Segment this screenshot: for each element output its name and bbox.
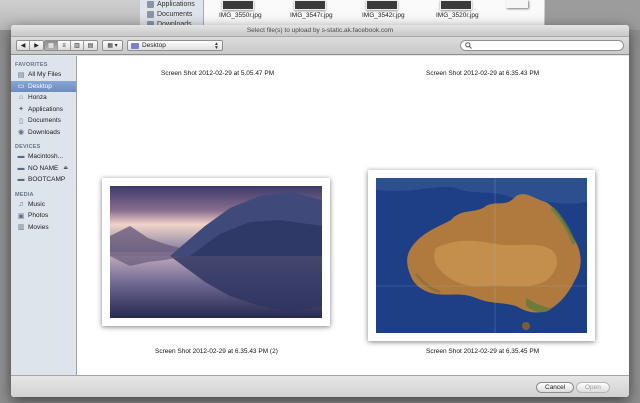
file-upload-dialog: Select file(s) to upload by s-static.ak.… <box>11 25 629 397</box>
cancel-button[interactable]: Cancel <box>536 382 575 393</box>
downloads-icon: ◉ <box>17 129 25 137</box>
sidebar-heading-devices: DEVICES <box>15 144 41 150</box>
coverflow-view-icon: ▤ <box>87 43 94 49</box>
sidebar-item-home[interactable]: ⌂ Honza <box>11 92 76 104</box>
documents-icon: ▯ <box>19 117 23 125</box>
list-view-icon: ≡ <box>62 42 66 49</box>
applications-icon <box>147 1 154 8</box>
sidebar-heading-media: MEDIA <box>15 191 34 198</box>
popup-arrows-icon: ▲ ▼ <box>214 41 219 51</box>
location-label: Desktop <box>142 42 166 49</box>
movies-icon: ▥ <box>17 224 25 232</box>
sidebar-item-applications[interactable]: ✦ Applications <box>11 104 76 116</box>
arrange-button[interactable]: ▦ ▾ <box>102 40 123 51</box>
sidebar-item-documents[interactable]: ▯ Documents <box>11 115 76 127</box>
background-thumbnail <box>366 0 398 10</box>
sidebar-item-no-name[interactable]: ▬ NO NAME ⏏ <box>11 163 76 175</box>
desktop-folder-icon <box>131 42 139 49</box>
sidebar-item-desktop[interactable]: ▭ Desktop <box>11 80 76 92</box>
file-label[interactable]: Screen Shot 2012-02-29 at 6.35.43 PM (2) <box>155 348 278 355</box>
background-sidebar-item: Documents <box>147 11 192 18</box>
australia-satellite-graphic <box>376 178 587 333</box>
dialog-title: Select file(s) to upload by s-static.ak.… <box>11 25 629 37</box>
sidebar-item-movies[interactable]: ▥ Movies <box>11 222 76 234</box>
hard-drive-icon: ▬ <box>17 176 25 184</box>
sidebar: FAVORITES ▤ All My Files ▭ Desktop ⌂ Honza … <box>11 56 77 375</box>
location-popup[interactable]: Desktop ▲ ▼ <box>127 40 223 51</box>
arrange-icon: ▦ ▾ <box>107 43 118 49</box>
icon-view-button[interactable]: ▦ <box>45 41 58 50</box>
open-button[interactable]: Open <box>576 382 610 393</box>
photos-icon: ▣ <box>17 212 25 220</box>
coverflow-view-button[interactable]: ▤ <box>84 41 97 50</box>
background-thumbnail <box>440 0 472 10</box>
search-field[interactable] <box>460 40 624 51</box>
back-arrow-icon: ◀ <box>20 43 26 49</box>
sidebar-heading-favorites: FAVORITES <box>15 62 48 68</box>
documents-icon <box>147 11 154 18</box>
sidebar-item-macintosh-hd[interactable]: ▬ Macintosh... <box>11 151 76 163</box>
file-label[interactable]: Screen Shot 2012-02-29 at 5.05.47 PM <box>161 70 274 77</box>
desktop-icon: ▭ <box>17 83 25 91</box>
file-label[interactable]: Screen Shot 2012-02-29 at 6.35.45 PM <box>426 348 539 355</box>
back-button[interactable]: ◀ <box>17 41 30 50</box>
all-my-files-icon: ▤ <box>17 71 25 79</box>
column-view-icon: ▥ <box>74 43 80 49</box>
dialog-body: FAVORITES ▤ All My Files ▭ Desktop ⌂ Honza … <box>11 56 629 375</box>
sidebar-item-bootcamp[interactable]: ▬ BOOTCAMP <box>11 174 76 186</box>
dialog-toolbar: ◀ ▶ ▦ ≡ ▥ ▤ ▦ ▾ Desktop ▲ ▼ <box>11 37 629 55</box>
background-thumbnail <box>294 0 326 10</box>
australia-satellite-image <box>376 178 587 333</box>
home-icon: ⌂ <box>18 94 24 102</box>
sidebar-item-music[interactable]: ♫ Music <box>11 199 76 211</box>
list-view-button[interactable]: ≡ <box>58 41 71 50</box>
file-thumbnail-lake[interactable] <box>102 178 330 326</box>
lake-landscape-graphic <box>110 186 322 318</box>
background-file-label: IMG_3547r.jpg <box>290 12 333 19</box>
sidebar-item-photos[interactable]: ▣ Photos <box>11 210 76 222</box>
icon-view-icon: ▦ <box>48 43 54 49</box>
history-navigation: ◀ ▶ <box>16 40 44 51</box>
background-file-label: IMG_3550r.jpg <box>219 12 262 19</box>
dialog-footer: Cancel Open <box>11 375 629 397</box>
view-mode-selector: ▦ ≡ ▥ ▤ <box>44 40 98 51</box>
file-browser-grid: Screen Shot 2012-02-29 at 5.05.47 PM Scr… <box>77 56 629 375</box>
hard-drive-icon: ▬ <box>17 153 25 161</box>
sidebar-item-all-my-files[interactable]: ▤ All My Files <box>11 69 76 81</box>
sidebar-item-downloads[interactable]: ◉ Downloads <box>11 127 76 139</box>
column-view-button[interactable]: ▥ <box>71 41 84 50</box>
applications-icon: ✦ <box>18 106 24 114</box>
background-file-label: IMG_3542r.jpg <box>362 12 405 19</box>
search-icon <box>465 42 472 49</box>
background-sidebar-item: Applications <box>147 1 195 8</box>
background-file-label: IMG_3520r.jpg <box>436 12 479 19</box>
background-stack-thumbnail <box>506 0 528 8</box>
background-thumbnail <box>222 0 254 10</box>
music-icon: ♫ <box>18 200 24 208</box>
lake-landscape-image <box>110 186 322 318</box>
forward-button[interactable]: ▶ <box>30 41 43 50</box>
file-label[interactable]: Screen Shot 2012-02-29 at 6.35.43 PM <box>426 70 539 77</box>
forward-arrow-icon: ▶ <box>34 43 39 49</box>
file-thumbnail-australia[interactable] <box>368 170 595 341</box>
external-drive-icon: ▬ <box>17 164 25 172</box>
eject-icon[interactable]: ⏏ <box>63 165 68 171</box>
